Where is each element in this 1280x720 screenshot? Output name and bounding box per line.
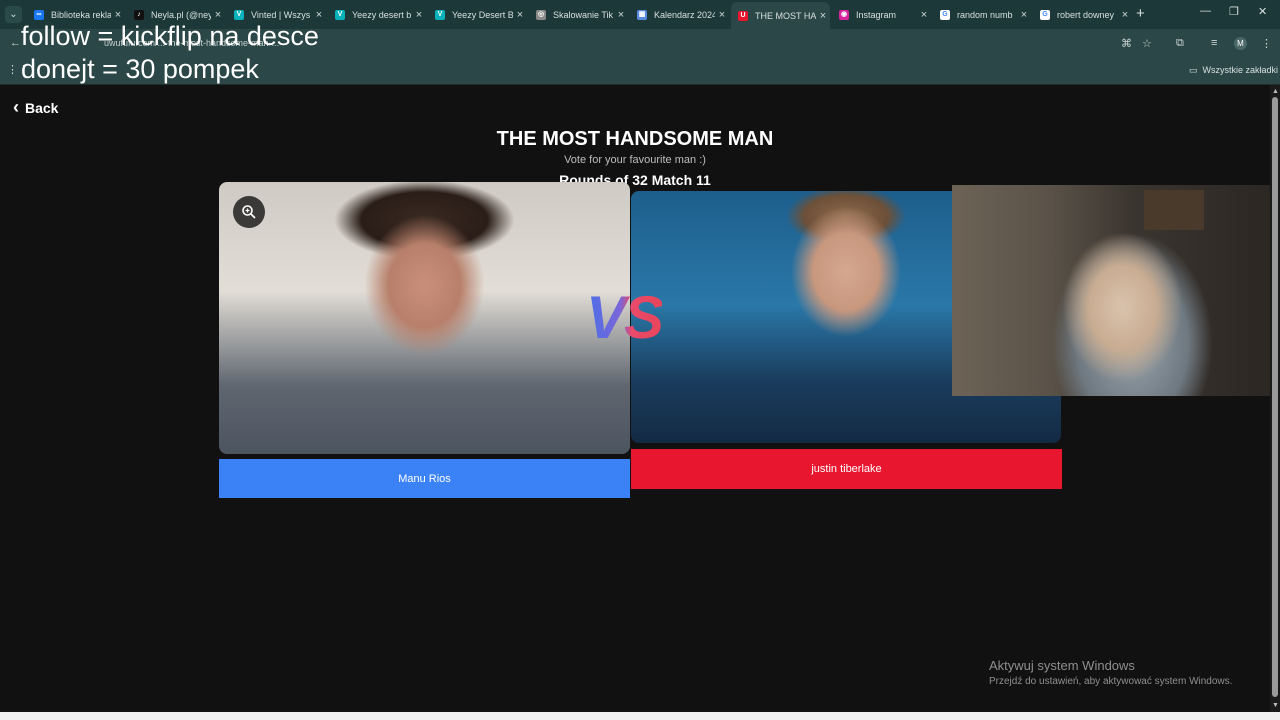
instagram-favicon-icon: ◉ (839, 9, 849, 20)
media-icon[interactable]: ≡ (1211, 37, 1217, 49)
tab-title: Kalendarz 2024 (654, 9, 715, 20)
browser-tab[interactable]: ▦ Kalendarz 2024 × (630, 4, 729, 25)
left-contestant-image[interactable] (219, 182, 630, 454)
vote-left-button[interactable]: Manu Rios (219, 459, 630, 498)
zoom-in-icon[interactable] (233, 196, 265, 228)
restore-icon[interactable]: ❐ (1229, 5, 1239, 18)
tab-title: random numb (957, 9, 1013, 20)
translate-icon[interactable]: ⌘ (1121, 37, 1132, 50)
tab-title: Neyla.pl (@ney (151, 9, 211, 20)
browser-tab[interactable]: V Yeezy Desert B × (428, 4, 527, 25)
close-tab-icon[interactable]: × (614, 9, 628, 21)
meta-favicon-icon: ∞ (34, 9, 44, 20)
vinted-favicon-icon: V (435, 9, 445, 20)
tiktok-favicon-icon: ♪ (134, 9, 144, 20)
chevron-left-icon: ‹ (13, 97, 19, 117)
browser-tab[interactable]: ◉ Instagram × (832, 4, 931, 25)
windows-activation-title: Aktywuj system Windows (989, 658, 1135, 673)
close-tab-icon[interactable]: × (1118, 9, 1132, 21)
close-tab-icon[interactable]: × (917, 9, 931, 21)
stream-overlay-line-2: donejt = 30 pompek (21, 54, 259, 84)
back-nav-icon[interactable]: ← (10, 37, 21, 49)
browser-tab[interactable]: Grobert downey × (1033, 4, 1132, 25)
extensions-icon[interactable]: ⧉ (1176, 37, 1184, 50)
back-label: Back (25, 99, 59, 116)
page-subtitle: Vote for your favourite man :) (564, 154, 706, 166)
globe-favicon-icon: ◎ (536, 9, 546, 20)
tab-title: Biblioteka rekla (51, 9, 111, 20)
page-title: THE MOST HANDSOME MAN (496, 128, 774, 150)
browser-tab[interactable]: U THE MOST HAI × (731, 2, 830, 29)
new-tab-icon[interactable]: + (1136, 5, 1145, 22)
stream-overlay-line-1: follow = kickflip na desce (21, 21, 319, 51)
star-icon[interactable]: ☆ (1142, 37, 1152, 50)
webcam-overlay (952, 185, 1280, 396)
close-tab-icon[interactable]: × (715, 9, 729, 21)
tab-title: THE MOST HAI (755, 10, 816, 21)
folder-icon: ▭ (1189, 65, 1198, 75)
tab-search-chevron-icon[interactable]: ⌄ (5, 6, 22, 23)
minimize-icon[interactable]: — (1200, 5, 1211, 17)
menu-icon[interactable]: ⋮ (1261, 37, 1272, 50)
tab-title: robert downey (1057, 9, 1115, 20)
vinted-favicon-icon: V (234, 9, 244, 20)
tab-title: Vinted | Wszys (251, 9, 311, 20)
close-window-icon[interactable]: ✕ (1258, 5, 1267, 18)
close-tab-icon[interactable]: × (412, 9, 426, 21)
scroll-up-icon[interactable]: ▲ (1272, 88, 1279, 95)
all-bookmarks-label: Wszystkie zakładki (1202, 65, 1279, 75)
tab-title: Yeezy Desert B (452, 9, 513, 20)
browser-tab[interactable]: ◎ Skalowanie Tik × (529, 4, 628, 25)
calendar-favicon-icon: ▦ (637, 9, 647, 20)
profile-avatar[interactable]: M (1234, 37, 1247, 50)
scrollbar-thumb[interactable] (1272, 97, 1278, 697)
taskbar-edge (0, 712, 1280, 720)
browser-tab[interactable]: V Yeezy desert b × (328, 4, 426, 25)
close-tab-icon[interactable]: × (513, 9, 527, 21)
all-bookmarks-link[interactable]: ▭ Wszystkie zakładki (1189, 65, 1278, 76)
page-scrollbar[interactable]: ▲ ▼ (1270, 85, 1280, 712)
browser-tab[interactable]: Grandom numb × (933, 4, 1031, 25)
close-tab-icon[interactable]: × (312, 9, 326, 21)
close-tab-icon[interactable]: × (111, 9, 125, 21)
google-favicon-icon: G (940, 9, 950, 20)
close-tab-icon[interactable]: × (211, 9, 225, 21)
close-tab-icon[interactable]: × (1017, 9, 1031, 21)
vinted-favicon-icon: V (335, 9, 345, 20)
back-button[interactable]: ‹ Back (13, 97, 58, 118)
uwufufu-favicon-icon: U (738, 10, 748, 21)
vs-label: VS (586, 284, 664, 351)
tab-title: Instagram (856, 9, 897, 20)
scroll-down-icon[interactable]: ▼ (1272, 702, 1279, 709)
tab-title: Skalowanie Tik (553, 9, 614, 20)
close-tab-icon[interactable]: × (816, 10, 830, 22)
vote-right-button[interactable]: justin tiberlake (631, 449, 1062, 489)
google-favicon-icon: G (1040, 9, 1050, 20)
tab-title: Yeezy desert b (352, 9, 412, 20)
webcam-bookshelf (1144, 190, 1204, 230)
windows-activation-subtitle: Przejdź do ustawień, aby aktywować syste… (989, 676, 1233, 687)
